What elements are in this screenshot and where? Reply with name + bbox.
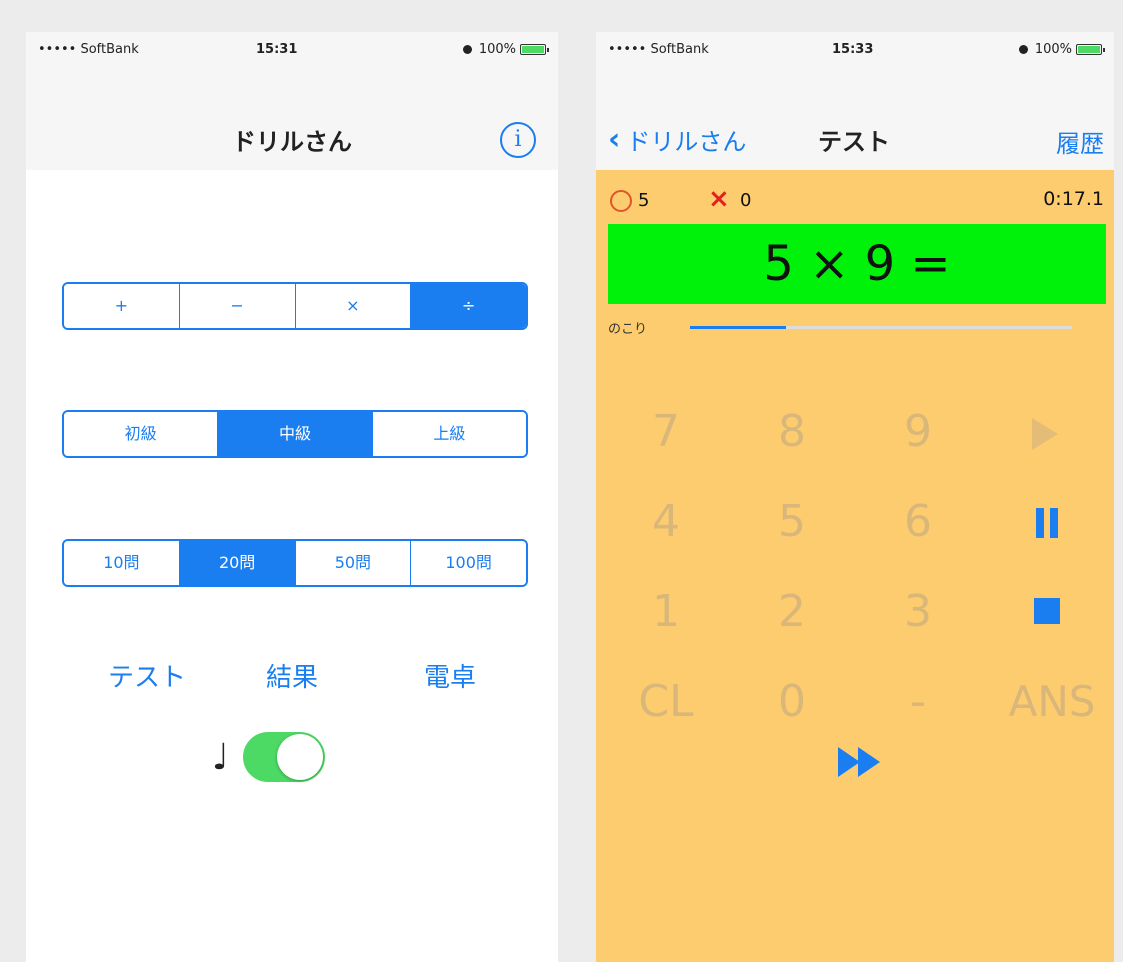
sound-toggle[interactable] <box>242 732 325 782</box>
toggle-knob <box>276 734 323 780</box>
status-time: 15:31 <box>256 42 298 57</box>
sound-setting: ♩ <box>212 732 325 782</box>
key-0[interactable]: 0 <box>742 667 842 737</box>
question-display: 5 × 9 = <box>608 224 1106 304</box>
test-button[interactable]: テスト <box>108 657 186 694</box>
alarm-icon <box>462 45 472 54</box>
segment-operation-0[interactable]: + <box>64 284 179 328</box>
segment-level-0[interactable]: 初級 <box>64 412 218 456</box>
segment-level-1[interactable]: 中級 <box>217 412 372 456</box>
chevron-left-icon: ‹ <box>608 121 621 157</box>
segment-operation-3[interactable]: ÷ <box>410 284 526 328</box>
test-screen: ••••• SoftBank 15:33 100% ‹ ドリルさん テスト 履歴… <box>596 32 1114 962</box>
settings-screen: ••••• SoftBank 15:31 100% ドリルさん i + − × ÷ 初… <box>26 32 558 962</box>
correct-count: 5 <box>638 190 650 211</box>
play-icon[interactable] <box>1032 418 1058 450</box>
operation-selector: + − × ÷ <box>62 282 528 330</box>
key-minus[interactable]: - <box>868 667 968 737</box>
carrier-label: ••••• SoftBank <box>38 42 139 57</box>
segment-count-0[interactable]: 10問 <box>64 541 179 585</box>
history-button[interactable]: 履歴 <box>1056 124 1104 159</box>
progress-track <box>690 326 1072 329</box>
key-clear[interactable]: CL <box>616 667 716 737</box>
key-4[interactable]: 4 <box>616 487 716 557</box>
key-8[interactable]: 8 <box>742 397 842 467</box>
carrier-label: ••••• SoftBank <box>608 42 709 57</box>
music-note-icon: ♩ <box>212 736 229 778</box>
battery-indicator: 100% <box>462 42 549 57</box>
page-title: テスト <box>818 128 890 156</box>
info-icon[interactable]: i <box>500 122 536 158</box>
remaining-label: のこり <box>608 322 648 337</box>
key-2[interactable]: 2 <box>742 577 842 647</box>
navigation-bar: ‹ ドリルさん テスト 履歴 <box>596 74 1114 170</box>
key-1[interactable]: 1 <box>616 577 716 647</box>
fast-forward-icon[interactable] <box>838 747 886 777</box>
battery-indicator: 100% <box>1018 42 1105 57</box>
status-time: 15:33 <box>832 42 874 57</box>
wrong-cross-icon: × <box>708 184 730 214</box>
score-row: 5 × 0 0:17.1 <box>596 182 1114 218</box>
progress-fill <box>690 326 786 329</box>
pause-icon[interactable] <box>1036 508 1058 538</box>
key-9[interactable]: 9 <box>868 397 968 467</box>
calculator-button[interactable]: 電卓 <box>424 657 476 694</box>
wrong-count: 0 <box>740 190 752 211</box>
key-6[interactable]: 6 <box>868 487 968 557</box>
segment-count-3[interactable]: 100問 <box>410 541 526 585</box>
alarm-icon <box>1018 45 1028 54</box>
battery-icon <box>520 44 549 55</box>
segment-count-2[interactable]: 50問 <box>294 541 411 585</box>
key-7[interactable]: 7 <box>616 397 716 467</box>
stop-icon[interactable] <box>1034 598 1060 624</box>
status-bar: ••••• SoftBank 15:33 100% <box>596 32 1114 74</box>
segment-count-1[interactable]: 20問 <box>178 541 295 585</box>
segment-operation-2[interactable]: × <box>294 284 411 328</box>
level-selector: 初級 中級 上級 <box>62 410 528 458</box>
back-button[interactable]: ‹ ドリルさん <box>608 122 746 157</box>
key-3[interactable]: 3 <box>868 577 968 647</box>
page-title: ドリルさん <box>232 128 352 156</box>
question-count-selector: 10問 20問 50問 100問 <box>62 539 528 587</box>
segment-operation-1[interactable]: − <box>178 284 295 328</box>
battery-percent: 100% <box>1034 42 1072 57</box>
segment-level-2[interactable]: 上級 <box>371 412 526 456</box>
key-answer[interactable]: ANS <box>996 667 1108 737</box>
remaining-progress: のこり <box>608 318 1102 338</box>
result-button[interactable]: 結果 <box>266 657 318 694</box>
back-label: ドリルさん <box>626 128 747 156</box>
key-5[interactable]: 5 <box>742 487 842 557</box>
action-row: テスト 結果 電卓 <box>26 657 558 697</box>
battery-percent: 100% <box>478 42 516 57</box>
status-bar: ••••• SoftBank 15:31 100% <box>26 32 558 74</box>
battery-icon <box>1076 44 1105 55</box>
navigation-bar: ドリルさん i <box>26 74 558 170</box>
elapsed-timer: 0:17.1 <box>1043 188 1104 210</box>
correct-circle-icon <box>610 190 632 212</box>
